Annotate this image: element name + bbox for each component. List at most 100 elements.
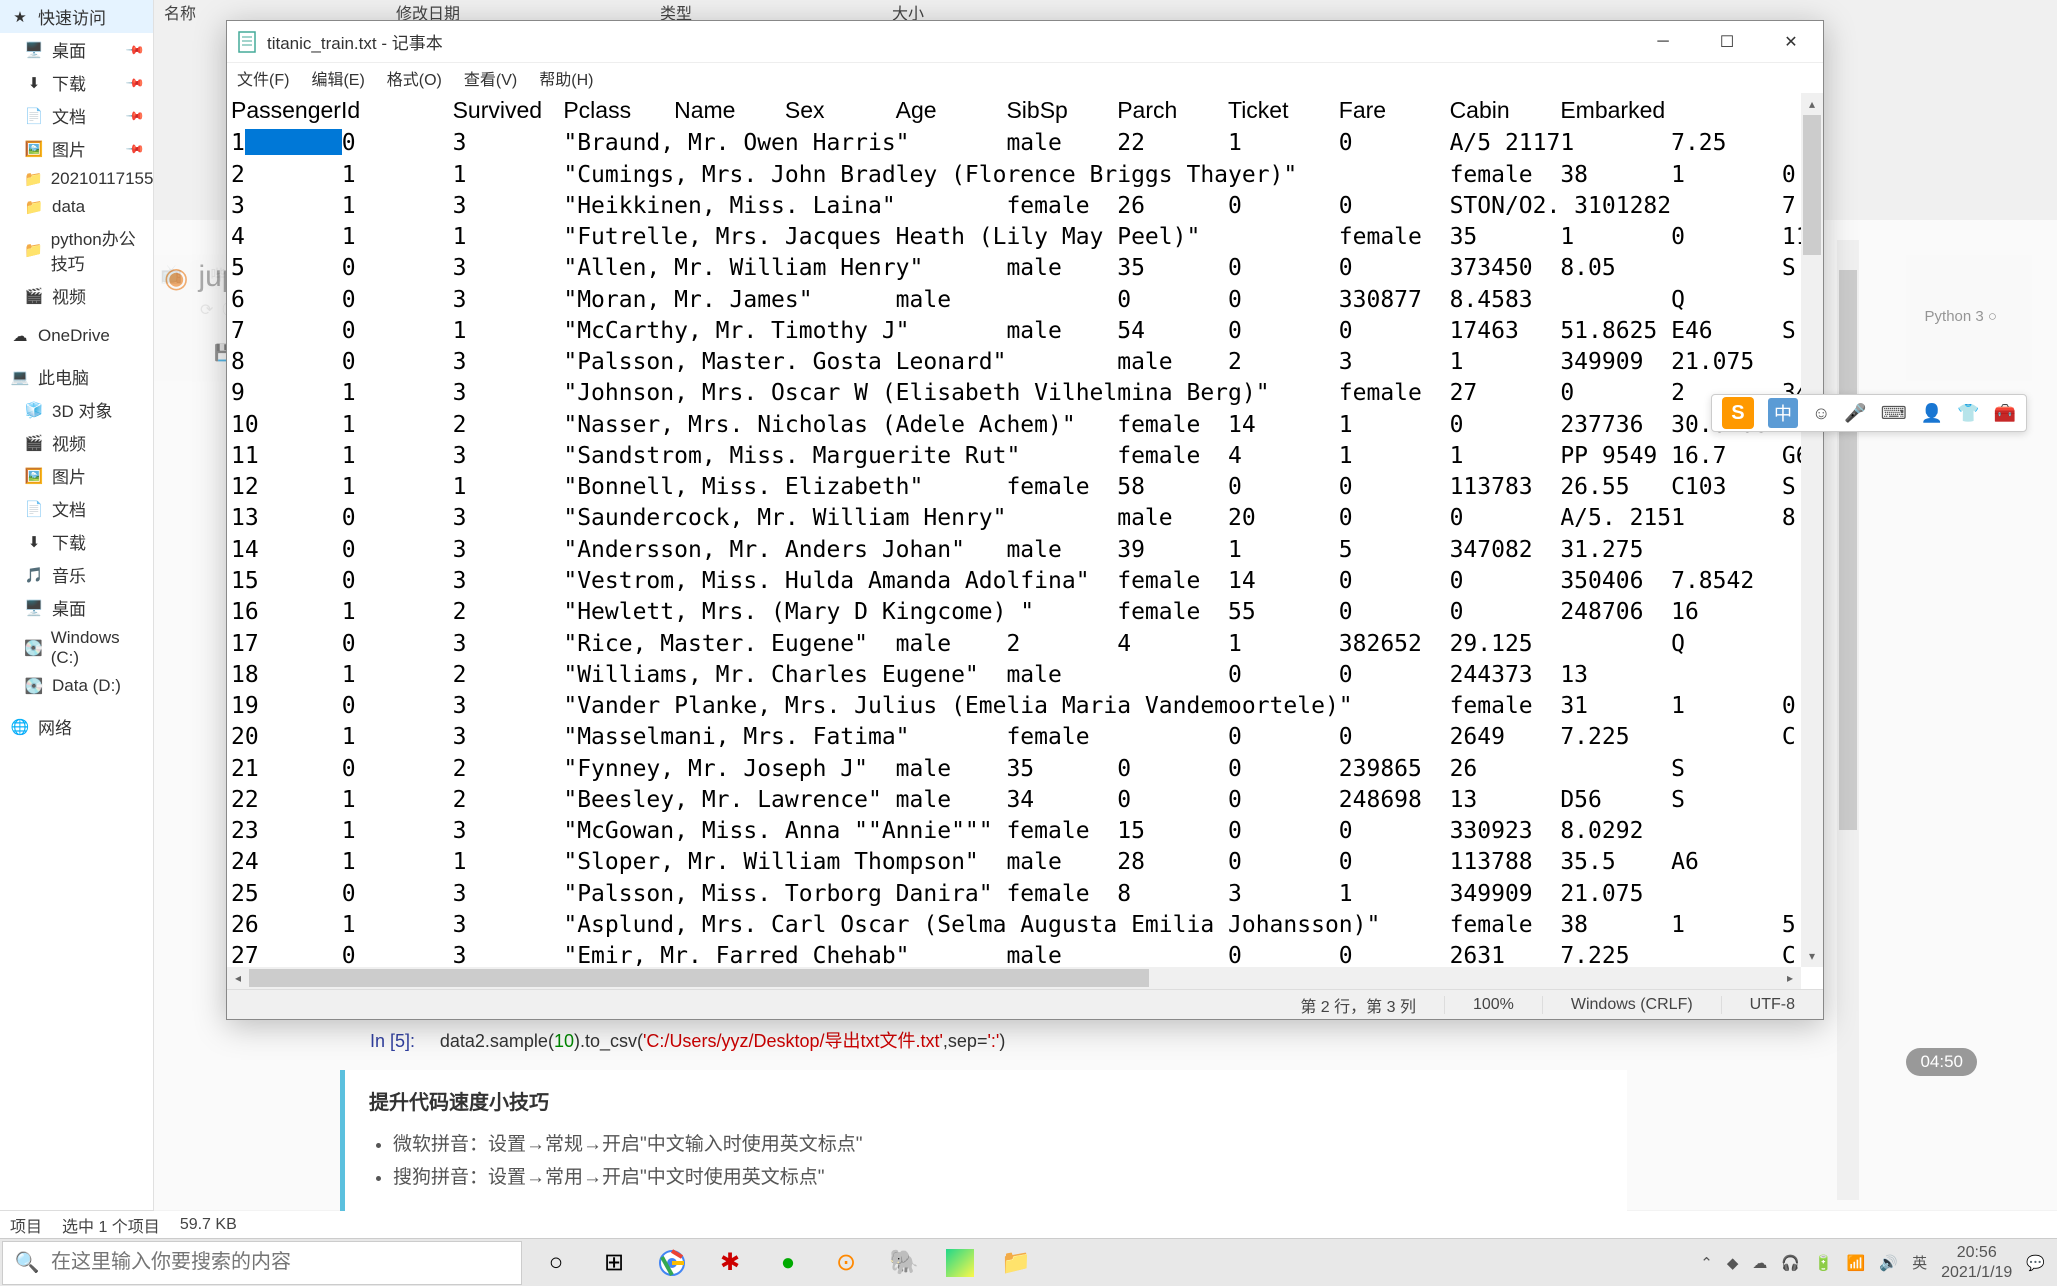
toolbox-icon[interactable]: 🧰 <box>1994 403 2016 424</box>
sidebar-item[interactable]: 📄文档 <box>0 492 153 525</box>
horizontal-scrollbar[interactable]: ◂ ▸ <box>227 967 1801 989</box>
system-tray: ⌃ ◆ ☁ 🎧 🔋 📶 🔊 英 20:56 2021/1/19 💬 <box>1700 1243 2057 1281</box>
tips-callout: 提升代码速度小技巧 微软拼音：设置→常规→开启"中文输入时使用英文标点"搜狗拼音… <box>340 1070 1627 1211</box>
ime-lang[interactable]: 中 <box>1768 398 1798 428</box>
maximize-button[interactable]: ☐ <box>1695 21 1759 63</box>
sogou-logo-icon[interactable]: S <box>1722 397 1754 429</box>
vertical-scrollbar[interactable]: ▴ ▾ <box>1801 93 1823 967</box>
notepad-titlebar[interactable]: titanic_train.txt - 记事本 ─ ☐ ✕ <box>227 21 1823 63</box>
mic-icon[interactable]: 🎤 <box>1844 403 1866 424</box>
tray-chevron-icon[interactable]: ⌃ <box>1700 1254 1713 1272</box>
jupyter-logo-icon: ◉ <box>164 261 188 294</box>
close-button[interactable]: ✕ <box>1759 21 1823 63</box>
item-label: 3D 对象 <box>52 397 112 422</box>
sidebar-item[interactable]: 📁202101171556 <box>0 165 153 193</box>
cursor-position: 第 2 行，第 3 列 <box>1272 993 1444 1017</box>
item-label: 图片 <box>52 136 86 161</box>
tray-ime-icon[interactable]: 英 <box>1912 1252 1927 1273</box>
item-label: Windows (C:) <box>51 628 143 668</box>
tray-headset-icon[interactable]: 🎧 <box>1781 1254 1800 1272</box>
scroll-right-icon[interactable]: ▸ <box>1779 967 1801 989</box>
page-scrollbar[interactable] <box>1837 240 1859 1200</box>
sidebar-item[interactable]: 🖥️桌面 <box>0 591 153 624</box>
sidebar-item[interactable]: 💽Data (D:) <box>0 672 153 700</box>
drive-icon: 💽 <box>24 676 44 696</box>
network[interactable]: 🌐 网络 <box>0 710 153 743</box>
taskview-icon[interactable]: ⊞ <box>598 1247 630 1279</box>
line-ending: Windows (CRLF) <box>1542 996 1721 1014</box>
menu-item[interactable]: 编辑(E) <box>307 64 368 92</box>
drive-icon: 🖥️ <box>24 598 44 618</box>
search-input[interactable] <box>51 1251 521 1274</box>
app-icon-red[interactable]: ✱ <box>714 1247 746 1279</box>
this-pc[interactable]: 💻 此电脑 <box>0 360 153 393</box>
keyboard-icon[interactable]: ⌨ <box>1881 403 1907 424</box>
onedrive[interactable]: ☁ OneDrive <box>0 322 153 350</box>
cloud-icon: ☁ <box>10 326 30 346</box>
network-label: 网络 <box>38 714 72 739</box>
quick-access-label: 快速访问 <box>38 4 106 29</box>
sidebar-item[interactable]: 📁python办公技巧 <box>0 221 153 279</box>
sidebar-item[interactable]: 🧊3D 对象 <box>0 393 153 426</box>
app-icon-pycharm[interactable] <box>946 1249 974 1277</box>
tray-cloud-icon[interactable]: ☁ <box>1752 1254 1767 1272</box>
col-modified[interactable]: 修改日期 <box>396 0 460 20</box>
sidebar-item[interactable]: 🖼️图片 <box>0 459 153 492</box>
col-type[interactable]: 类型 <box>660 0 692 20</box>
scrollbar-thumb[interactable] <box>1839 270 1857 830</box>
thispc-label: 此电脑 <box>38 364 89 389</box>
app-icon-green1[interactable]: ● <box>772 1247 804 1279</box>
tray-volume-icon[interactable]: 🔊 <box>1879 1254 1898 1272</box>
col-name[interactable]: 名称 <box>164 0 196 20</box>
ime-toolbar[interactable]: S 中 ☺ 🎤 ⌨ 👤 👕 🧰 <box>1711 394 2027 432</box>
sidebar-item[interactable]: 📁data <box>0 193 153 221</box>
sidebar-item[interactable]: 🖥️桌面📌 <box>0 33 153 66</box>
shirt-icon[interactable]: 👕 <box>1957 403 1979 424</box>
notepad-app-icon <box>237 30 257 54</box>
scrollbar-thumb[interactable] <box>1803 115 1821 255</box>
scrollbar-thumb[interactable] <box>249 969 1149 987</box>
scroll-left-icon[interactable]: ◂ <box>227 967 249 989</box>
menu-item[interactable]: 格式(O) <box>383 64 446 92</box>
folder-icon: 🎬 <box>24 286 44 306</box>
sidebar-item[interactable]: 📄文档📌 <box>0 99 153 132</box>
scroll-down-icon[interactable]: ▾ <box>1801 945 1823 967</box>
sidebar-item[interactable]: ⬇下载 <box>0 525 153 558</box>
smiley-icon[interactable]: ☺ <box>1812 403 1830 424</box>
chrome-icon[interactable] <box>656 1247 688 1279</box>
notepad-menubar[interactable]: 文件(F) 编辑(E) 格式(O) 查看(V) 帮助(H) <box>227 63 1823 93</box>
folder-icon: 🖥️ <box>24 40 44 60</box>
tray-clock[interactable]: 20:56 2021/1/19 <box>1941 1243 2012 1281</box>
scroll-up-icon[interactable]: ▴ <box>1801 93 1823 115</box>
timestamp-badge: 04:50 <box>1906 1048 1977 1076</box>
pin-icon: 📌 <box>125 72 145 92</box>
tray-notification-icon[interactable]: 💬 <box>2026 1254 2045 1272</box>
col-size[interactable]: 大小 <box>892 0 924 20</box>
menu-item[interactable]: 帮助(H) <box>535 64 597 92</box>
tray-wifi-icon[interactable]: 📶 <box>1847 1254 1866 1272</box>
item-label: 文档 <box>52 103 86 128</box>
quick-access[interactable]: ★ 快速访问 <box>0 0 153 33</box>
taskbar-search[interactable]: 🔍 <box>2 1241 522 1285</box>
time-text: 20:56 <box>1941 1243 2012 1262</box>
sidebar-item[interactable]: ⬇下载📌 <box>0 66 153 99</box>
tray-app-icon[interactable]: ◆ <box>1727 1254 1739 1272</box>
cortana-icon[interactable]: ○ <box>540 1247 572 1279</box>
sidebar-item[interactable]: 🎬视频 <box>0 279 153 312</box>
app-icon-green2[interactable]: 🐘 <box>888 1247 920 1279</box>
minimize-button[interactable]: ─ <box>1631 21 1695 63</box>
sidebar-item[interactable]: 🎬视频 <box>0 426 153 459</box>
cell-in-5[interactable]: In [5]: data2.sample(10).to_csv('C:/User… <box>370 1027 1005 1053</box>
sidebar-item[interactable]: 🖼️图片📌 <box>0 132 153 165</box>
menu-item[interactable]: 查看(V) <box>460 64 521 92</box>
tray-battery-icon[interactable]: 🔋 <box>1814 1254 1833 1272</box>
explorer-icon[interactable]: 📁 <box>1000 1247 1032 1279</box>
user-icon[interactable]: 👤 <box>1921 403 1943 424</box>
notepad-window: titanic_train.txt - 记事本 ─ ☐ ✕ 文件(F) 编辑(E)… <box>226 20 1824 1020</box>
item-label: 202101171556 <box>51 169 154 189</box>
notepad-textarea[interactable]: PassengerId Survived Pclass Name Sex Age… <box>227 93 1801 967</box>
sidebar-item[interactable]: 💽Windows (C:) <box>0 624 153 672</box>
sidebar-item[interactable]: 🎵音乐 <box>0 558 153 591</box>
menu-item[interactable]: 文件(F) <box>233 64 293 92</box>
app-icon-orange[interactable]: ⊙ <box>830 1247 862 1279</box>
